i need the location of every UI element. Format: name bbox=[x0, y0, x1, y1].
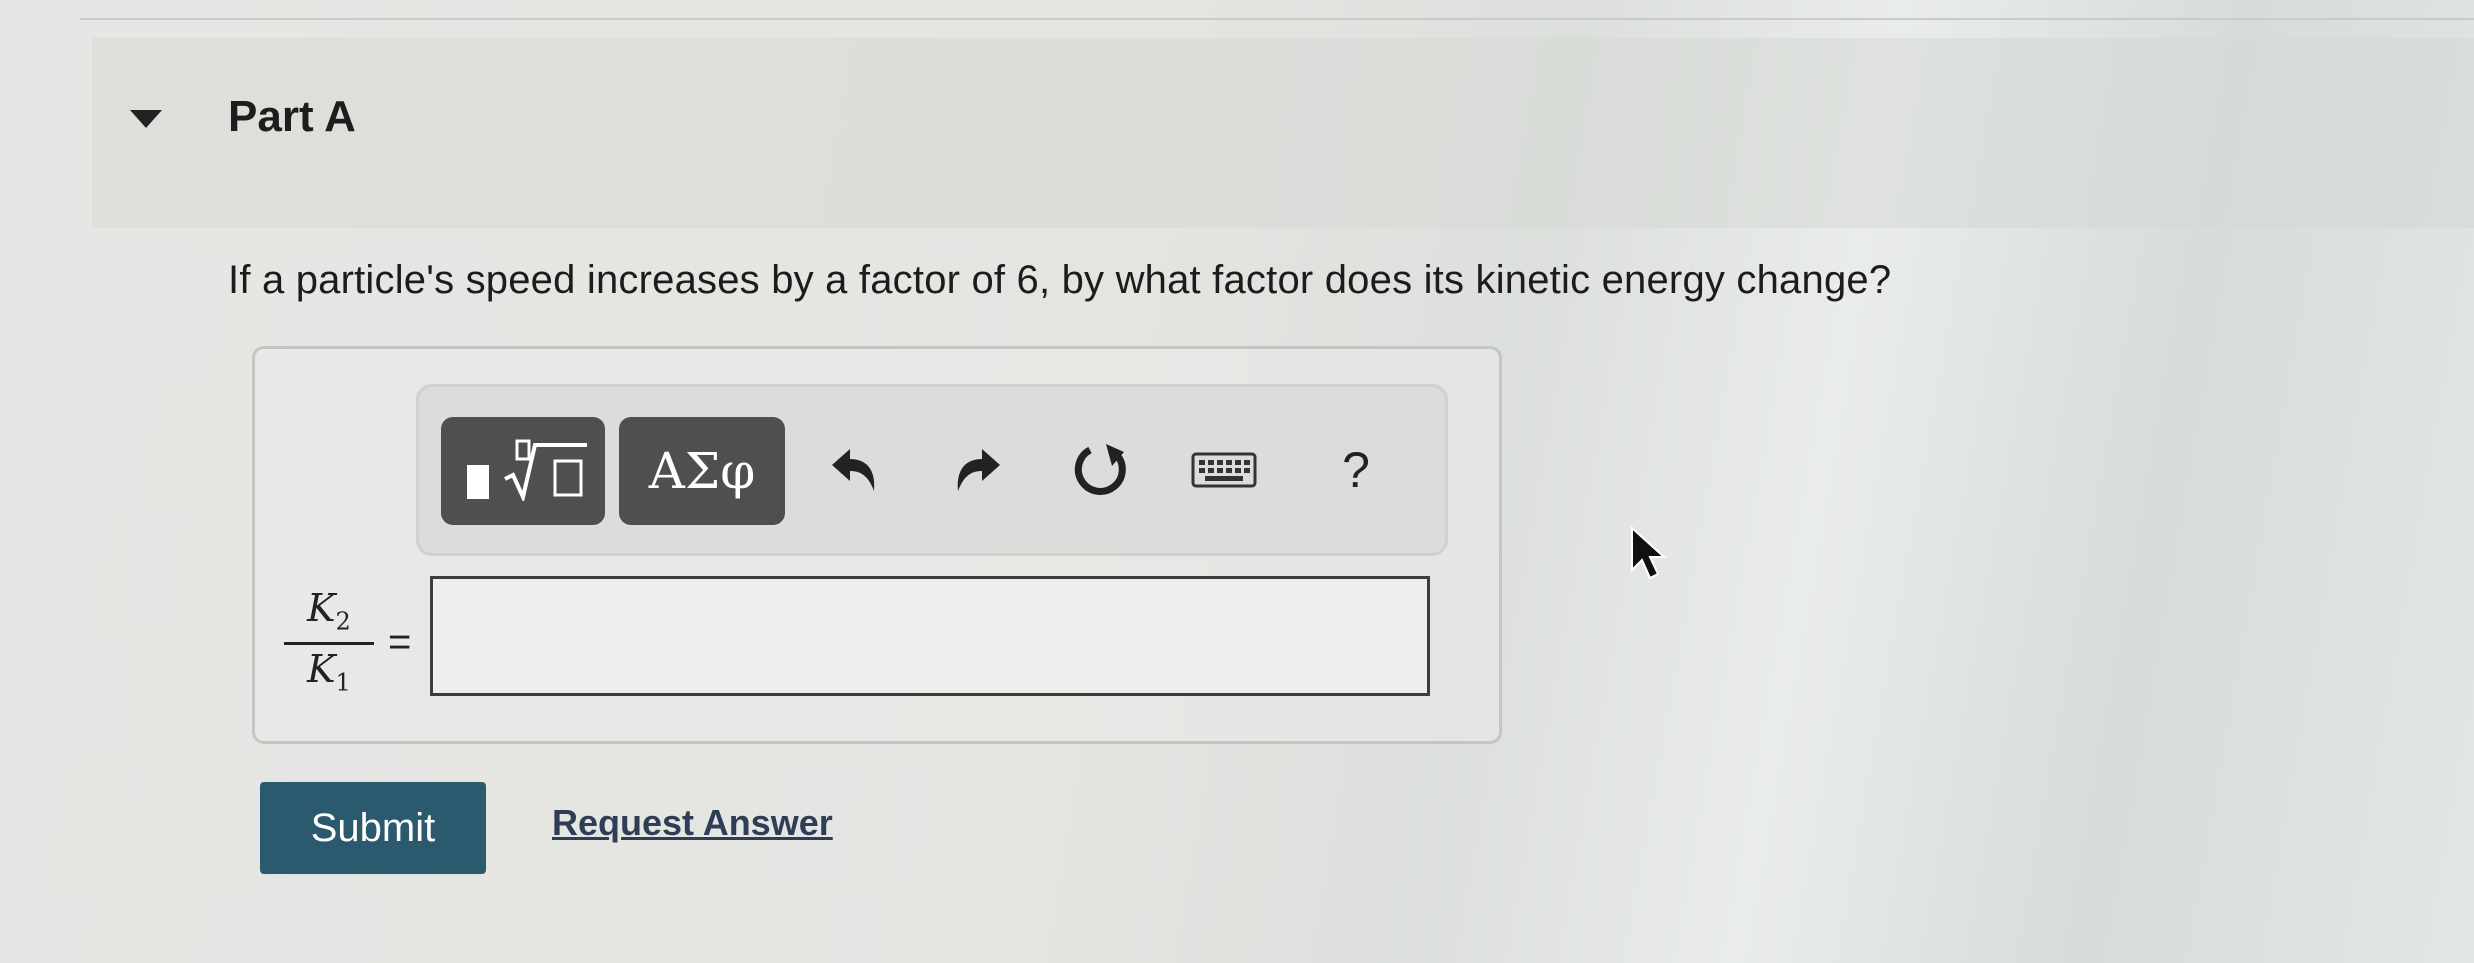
request-answer-link[interactable]: Request Answer bbox=[552, 802, 833, 844]
equals-sign: = bbox=[388, 620, 412, 664]
part-title: Part A bbox=[228, 92, 356, 141]
help-button[interactable]: ? bbox=[1321, 435, 1391, 505]
redo-icon[interactable] bbox=[943, 435, 1013, 505]
question-text: If a particle's speed increases by a fac… bbox=[228, 258, 1892, 302]
reset-icon[interactable] bbox=[1067, 435, 1137, 505]
undo-icon[interactable] bbox=[819, 435, 889, 505]
mouse-cursor-icon bbox=[1631, 526, 1667, 580]
top-divider bbox=[80, 18, 2474, 20]
ratio-label: K2 K1 bbox=[284, 586, 374, 696]
answer-input[interactable] bbox=[430, 576, 1430, 696]
ratio-denominator: K1 bbox=[307, 646, 351, 697]
ratio-numerator: K2 bbox=[284, 586, 374, 645]
templates-button[interactable] bbox=[441, 417, 605, 525]
greek-symbols-button[interactable]: ΑΣφ bbox=[619, 417, 785, 525]
math-toolbar: ΑΣφ ? bbox=[416, 384, 1448, 556]
part-header[interactable] bbox=[92, 38, 2474, 228]
templates-radical-icon bbox=[467, 465, 489, 499]
radical-icon bbox=[504, 439, 587, 501]
submit-button[interactable]: Submit bbox=[260, 782, 486, 874]
collapse-caret-icon[interactable] bbox=[130, 110, 162, 128]
keyboard-icon[interactable] bbox=[1189, 435, 1259, 505]
